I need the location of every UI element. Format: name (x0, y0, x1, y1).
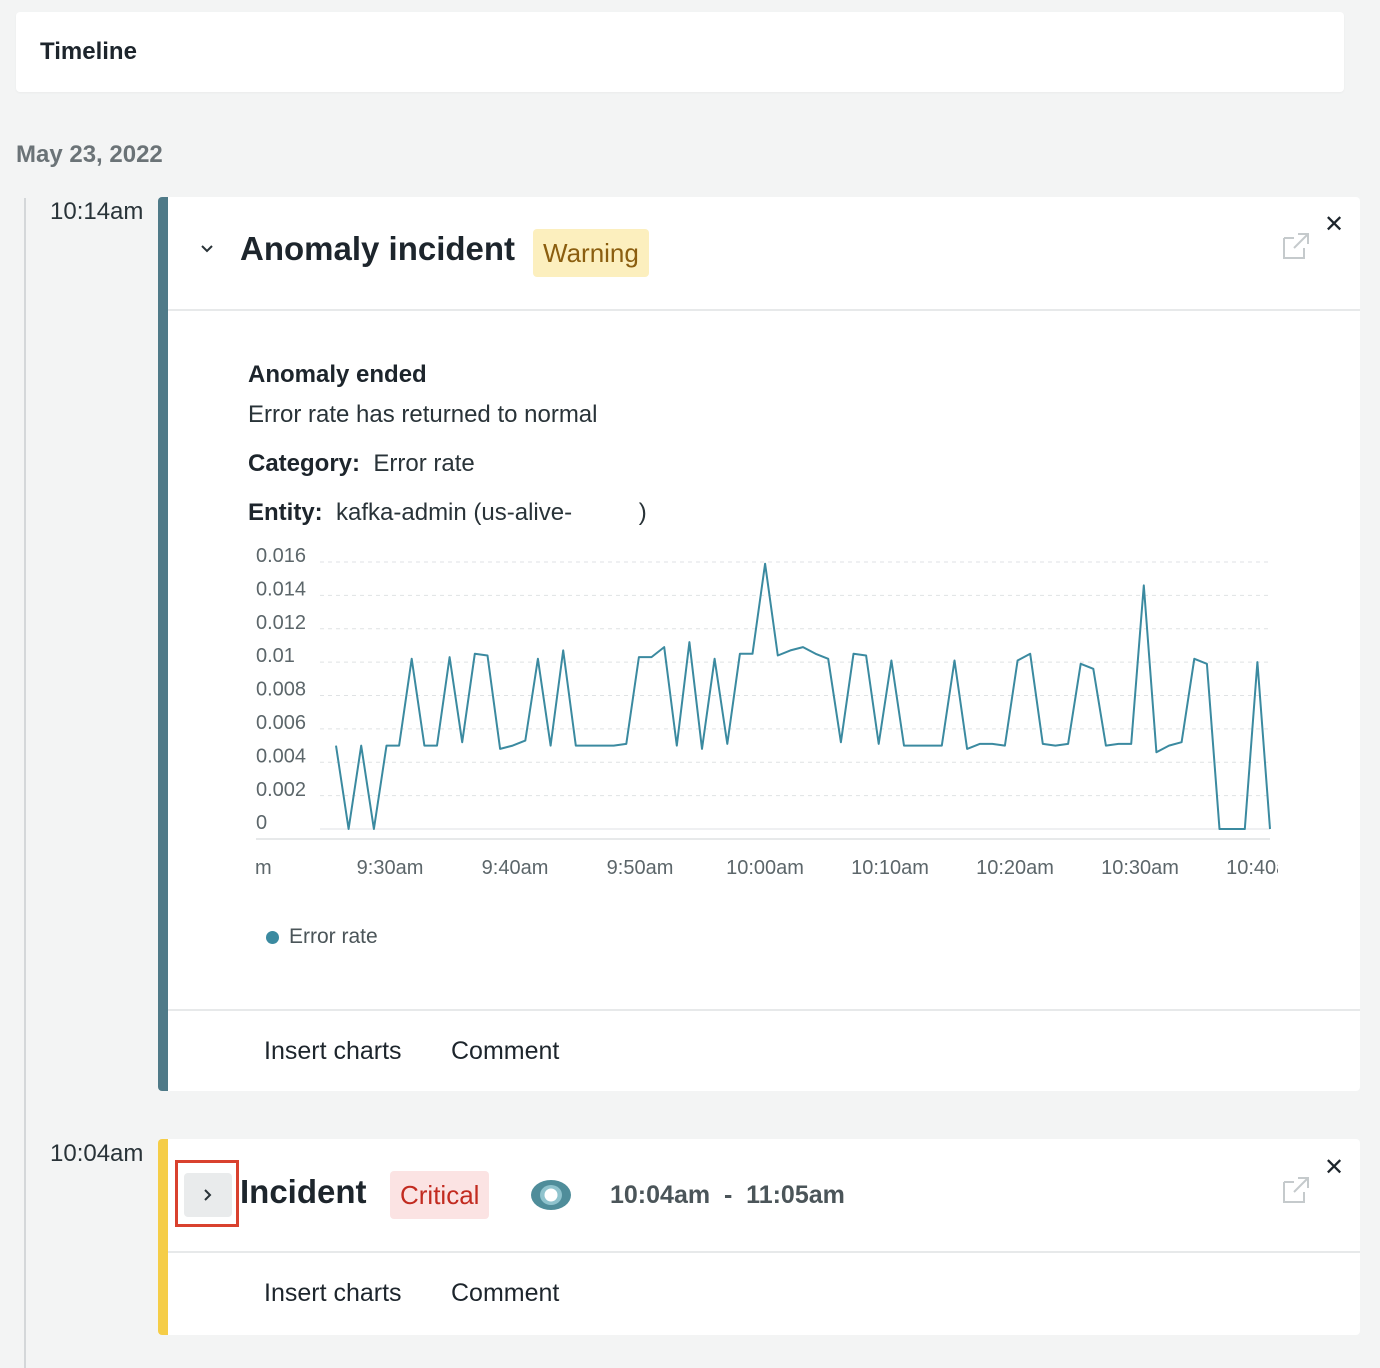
y-tick-label: 0.002 (256, 779, 306, 801)
y-tick-label: 0.016 (256, 545, 306, 567)
card-accent-bar (158, 1139, 168, 1335)
card-accent-bar (158, 197, 168, 1091)
entry-time: 10:04am (50, 1140, 144, 1167)
card-header: Incident Critical 10:04am - 11:05am ✕ (168, 1139, 1360, 1253)
y-tick-label: 0.006 (256, 712, 306, 734)
x-tick-label: 10:00am (726, 857, 804, 879)
legend-dot-icon (266, 930, 279, 944)
error-rate-chart: 0.016 0.014 0.012 0.01 0.008 0.006 0.004 0.002 0… (248, 541, 1278, 891)
comment-button[interactable]: Comment (451, 1279, 559, 1308)
severity-badge: Critical (390, 1171, 490, 1219)
anomaly-heading: Anomaly ended (248, 361, 427, 388)
category-row: Category: Error rate (248, 450, 475, 478)
card-title: Incident (240, 1173, 367, 1210)
card-actions: Insert charts Comment (168, 1253, 1360, 1335)
incident-time-range: 10:04am - 11:05am (610, 1181, 845, 1209)
entry-time: 10:14am (50, 198, 144, 225)
highlight-box (175, 1160, 239, 1227)
incident-card: Incident Critical 10:04am - 11:05am ✕ In… (158, 1139, 1360, 1335)
timeline-header: Timeline (16, 12, 1344, 92)
entity-value: kafka-admin (us-alive- ) (336, 499, 647, 526)
timeline-rail (24, 198, 26, 1368)
chart-svg: 0.016 0.014 0.012 0.01 0.008 0.006 0.004 0.002 0… (255, 545, 1278, 879)
x-tick-label: m (255, 857, 272, 879)
entity-row: Entity: kafka-admin (us-alive- ) (248, 499, 647, 527)
insert-charts-button[interactable]: Insert charts (264, 1037, 402, 1066)
page-title: Timeline (40, 38, 137, 65)
anomaly-incident-card: Anomaly incident Warning ✕ Anomaly ended… (158, 197, 1360, 1091)
insert-charts-button[interactable]: Insert charts (264, 1279, 402, 1308)
x-tick-label: 9:30am (357, 857, 424, 879)
y-tick-label: 0.004 (256, 745, 306, 767)
x-tick-label: 10:20am (976, 857, 1054, 879)
series-line-error-rate (335, 562, 1271, 830)
y-tick-label: 0 (256, 812, 267, 834)
category-label: Category: (248, 450, 361, 477)
open-in-new-icon[interactable] (1280, 230, 1312, 262)
entity-label: Entity: (248, 499, 323, 526)
close-icon[interactable]: ✕ (1324, 1156, 1344, 1180)
severity-badge: Warning (533, 229, 649, 277)
open-in-new-icon[interactable] (1280, 1174, 1312, 1206)
x-tick-label: 10:40am (1226, 857, 1278, 879)
status-eye-icon (530, 1177, 572, 1213)
x-tick-label: 9:50am (607, 857, 674, 879)
category-value: Error rate (373, 450, 475, 477)
y-tick-label: 0.01 (256, 645, 295, 667)
x-tick-label: 9:40am (482, 857, 549, 879)
anomaly-message: Error rate has returned to normal (248, 401, 598, 428)
x-tick-label: 10:10am (851, 857, 929, 879)
collapse-chevron-icon[interactable] (194, 233, 220, 265)
close-icon[interactable]: ✕ (1324, 213, 1344, 237)
y-tick-label: 0.008 (256, 679, 306, 701)
card-header: Anomaly incident Warning ✕ (168, 197, 1360, 311)
date-group-label: May 23, 2022 (16, 141, 163, 168)
x-tick-label: 10:30am (1101, 857, 1179, 879)
legend-label: Error rate (289, 925, 378, 948)
card-actions: Insert charts Comment (168, 1009, 1360, 1091)
card-title: Anomaly incident (240, 230, 516, 267)
y-tick-label: 0.014 (256, 578, 306, 600)
chart-legend: Error rate (266, 925, 378, 949)
card-body: Anomaly ended Error rate has returned to… (168, 311, 1360, 1009)
comment-button[interactable]: Comment (451, 1037, 559, 1066)
y-tick-label: 0.012 (256, 612, 306, 634)
